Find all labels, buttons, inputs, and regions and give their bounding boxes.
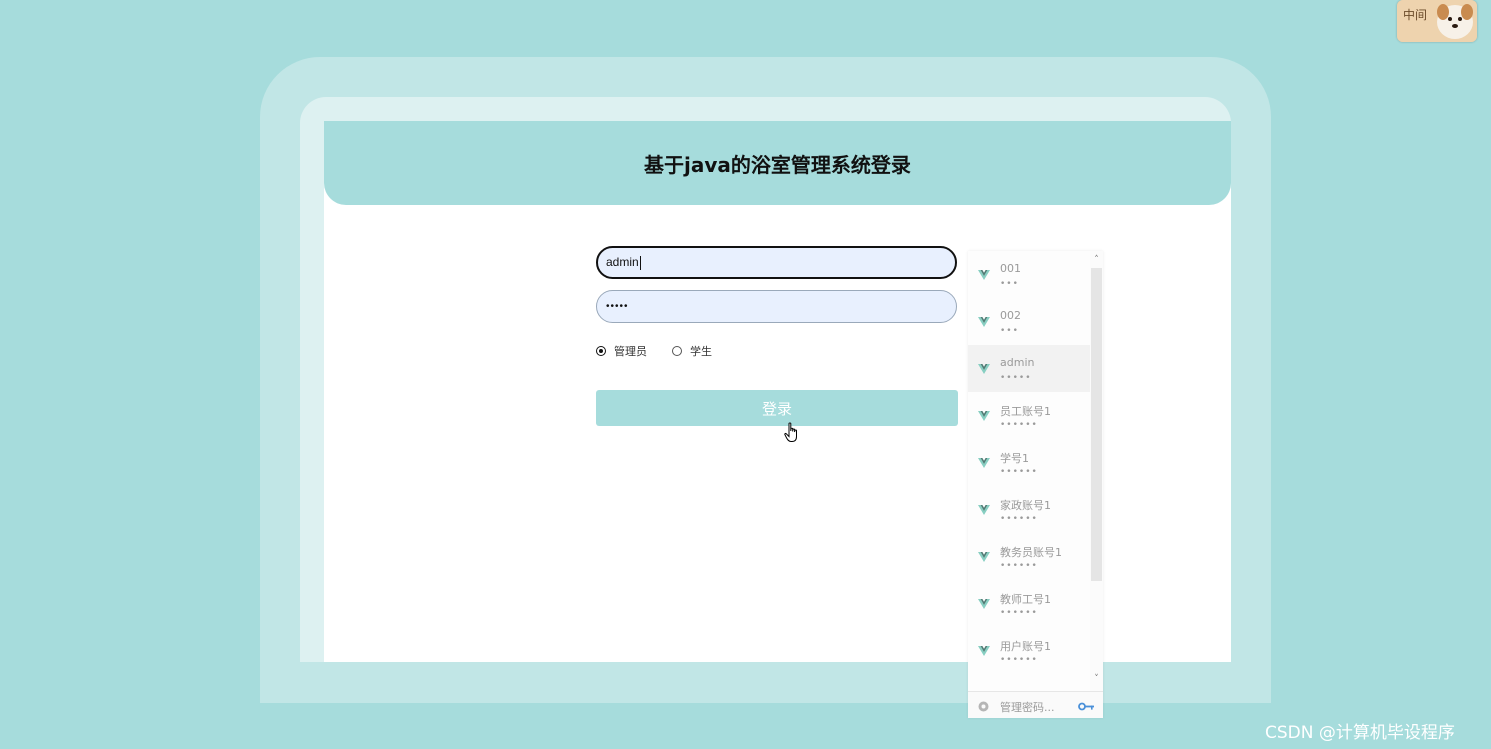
autofill-item-name: 教师工号1	[1000, 593, 1051, 606]
login-header: 基于java的浴室管理系统登录	[324, 121, 1231, 205]
autofill-item-mask: ••••••	[1000, 514, 1038, 524]
autofill-item-mask: ••••••	[1000, 467, 1038, 477]
autofill-item-name: 教务员账号1	[1000, 546, 1062, 559]
autofill-item-mask: •••	[1000, 279, 1019, 289]
password-input[interactable]: •••••	[596, 290, 957, 323]
vue-logo-icon	[978, 505, 990, 515]
login-button[interactable]: 登录	[596, 390, 958, 426]
radio-admin[interactable]: 管理员	[596, 343, 647, 359]
autofill-list: 001 ••• 002 ••• admin ••••• 员工账号1 ••••••…	[968, 251, 1090, 691]
radio-admin-dot[interactable]	[596, 346, 606, 356]
radio-student-label: 学生	[690, 345, 712, 358]
scrollbar-thumb[interactable]	[1091, 268, 1102, 581]
autofill-item-mask: ••••••	[1000, 420, 1038, 430]
autofill-item-name: 用户账号1	[1000, 640, 1051, 653]
radio-admin-label: 管理员	[614, 345, 647, 358]
page-title: 基于java的浴室管理系统登录	[644, 152, 911, 177]
vue-logo-icon	[978, 411, 990, 421]
autofill-item-active[interactable]: admin •••••	[968, 345, 1090, 392]
autofill-item[interactable]: 员工账号1 ••••••	[968, 392, 1090, 439]
autofill-item-name: 员工账号1	[1000, 405, 1051, 418]
username-value: admin	[606, 255, 639, 269]
autofill-item-mask: ••••••	[1000, 608, 1038, 618]
watermark: CSDN @计算机毕设程序	[1265, 723, 1455, 743]
key-icon	[1078, 702, 1094, 711]
avatar-label: 中间	[1403, 8, 1428, 22]
vue-logo-icon	[978, 552, 990, 562]
autofill-item-name: 002	[1000, 309, 1021, 322]
autofill-item-name: 学号1	[1000, 452, 1029, 465]
radio-student[interactable]: 学生	[672, 343, 712, 359]
autofill-item-name: admin	[1000, 356, 1035, 369]
manage-passwords-row[interactable]: 管理密码...	[968, 691, 1103, 718]
autofill-item-name: 001	[1000, 262, 1021, 275]
vue-logo-icon	[978, 599, 990, 609]
autofill-item-mask: •••••	[1000, 373, 1032, 383]
vue-logo-icon	[978, 317, 990, 327]
mascot-avatar[interactable]: 中间	[1397, 0, 1477, 42]
autofill-item-mask: ••••••	[1000, 655, 1038, 665]
autofill-item-mask: ••••••	[1000, 561, 1038, 571]
autofill-scrollbar[interactable]: ˄ ˅	[1090, 251, 1103, 691]
autofill-item[interactable]: 教师工号1 ••••••	[968, 580, 1090, 627]
role-radio-group: 管理员 学生	[596, 343, 737, 359]
vue-logo-icon	[978, 364, 990, 374]
vue-logo-icon	[978, 270, 990, 280]
username-input[interactable]: admin	[596, 246, 957, 279]
autofill-item[interactable]: 001 •••	[968, 251, 1090, 298]
vue-logo-icon	[978, 646, 990, 656]
autofill-item[interactable]: 学号1 ••••••	[968, 439, 1090, 486]
autofill-dropdown: 001 ••• 002 ••• admin ••••• 员工账号1 ••••••…	[968, 251, 1103, 718]
autofill-item[interactable]: 002 •••	[968, 298, 1090, 345]
autofill-item-name: 家政账号1	[1000, 499, 1051, 512]
vue-logo-icon	[978, 458, 990, 468]
password-value: •••••	[606, 301, 629, 312]
autofill-item[interactable]: 教务员账号1 ••••••	[968, 533, 1090, 580]
autofill-item-mask: •••	[1000, 326, 1019, 336]
scroll-down-arrow-icon[interactable]: ˅	[1092, 675, 1101, 684]
autofill-item[interactable]: 家政账号1 ••••••	[968, 486, 1090, 533]
gear-icon	[978, 701, 989, 712]
radio-student-dot[interactable]	[672, 346, 682, 356]
autofill-item[interactable]: 用户账号1 ••••••	[968, 627, 1090, 674]
text-caret	[639, 255, 641, 270]
hand-cursor-icon	[784, 422, 797, 442]
scroll-up-arrow-icon[interactable]: ˄	[1092, 256, 1101, 265]
manage-passwords-label: 管理密码...	[1000, 701, 1055, 714]
